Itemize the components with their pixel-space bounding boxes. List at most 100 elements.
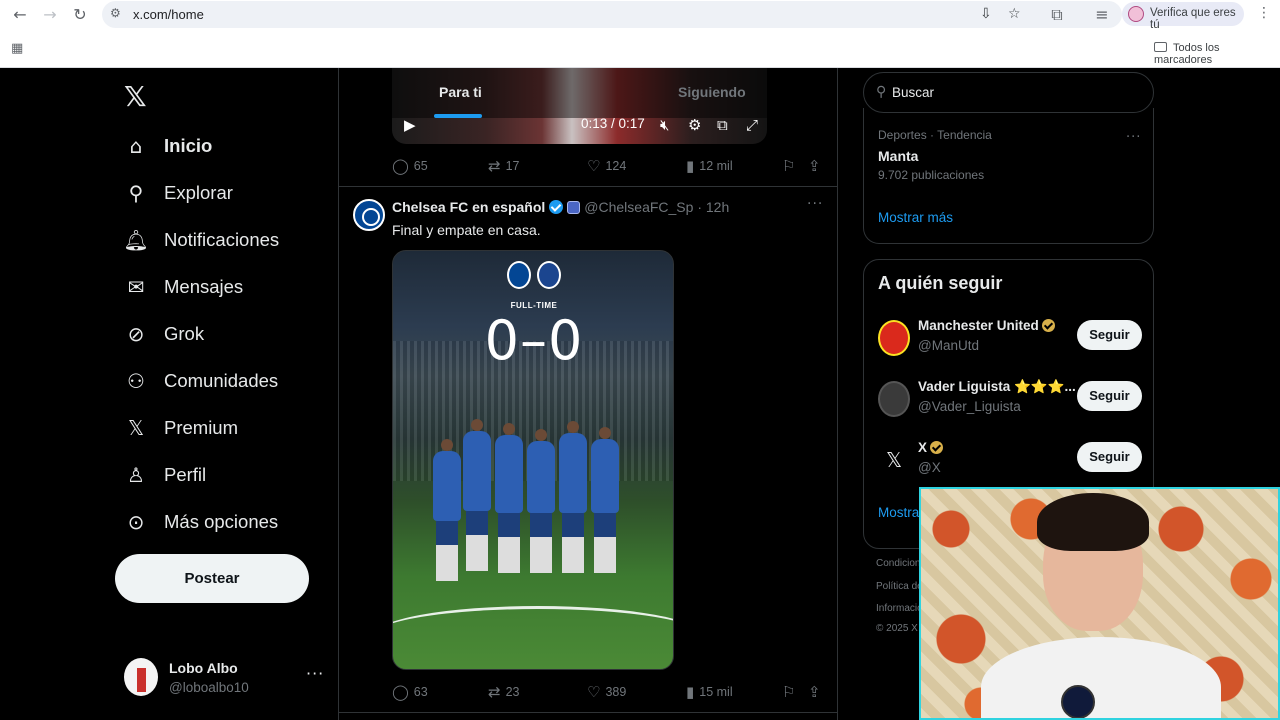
user-icon: ♙	[127, 463, 145, 487]
nav-item-inicio[interactable]: ⌂ Inicio	[124, 126, 213, 166]
bookmark-button[interactable]: ⚐	[782, 683, 800, 701]
footer-link[interactable]: Informació	[876, 603, 923, 614]
chart-icon: ▮	[686, 157, 695, 175]
suggestion-name: Manchester United	[918, 318, 1055, 333]
follow-suggestion[interactable]: Manchester United @ManUtd Seguir	[878, 318, 1142, 358]
extensions-icon[interactable]: ⧉	[1046, 4, 1068, 26]
back-arrow-icon[interactable]: ←	[9, 4, 31, 26]
nav-item-notificaciones[interactable]: 🔔︎ Notificaciones	[123, 220, 280, 260]
share-button[interactable]: ⇪	[808, 157, 826, 175]
site-settings-icon[interactable]: ⚙	[110, 6, 121, 20]
follow-button[interactable]: Seguir	[1077, 320, 1142, 350]
tweet-author-handle[interactable]: @ChelseaFC_Sp	[584, 199, 693, 215]
avatar[interactable]	[353, 199, 385, 231]
more-dots-icon[interactable]: ···	[807, 196, 823, 212]
repost-button[interactable]: ⇄ 23	[488, 683, 519, 701]
mute-icon[interactable]: 🔇︎	[660, 116, 669, 134]
chart-icon: ▮	[686, 683, 695, 701]
bookmark-star-icon[interactable]: ☆	[1008, 6, 1021, 22]
follow-suggestion[interactable]: Vader Liguista ⭐⭐⭐... @Vader_Liguista Se…	[878, 379, 1142, 419]
bookmark-button[interactable]: ⚐	[782, 157, 800, 175]
nav-item-mas-opciones[interactable]: ⊙ Más opciones	[124, 502, 279, 542]
share-button[interactable]: ⇪	[808, 683, 826, 701]
more-circle-icon: ⊙	[127, 510, 145, 534]
post-button[interactable]: Postear	[115, 554, 309, 603]
tweet-author-name[interactable]: Chelsea FC en español	[392, 199, 545, 215]
search-input[interactable]: ⚲ Buscar	[863, 72, 1154, 113]
tab-indicator	[434, 114, 482, 118]
play-icon[interactable]: ▶	[404, 116, 416, 134]
nav-item-perfil[interactable]: ♙ Perfil	[124, 455, 206, 495]
communities-icon: ⚇	[127, 369, 145, 393]
reading-list-icon[interactable]: ≡	[1091, 4, 1113, 26]
nav-item-premium[interactable]: 𝕏 Premium	[124, 408, 238, 448]
browser-menu-icon[interactable]: ⋮	[1257, 5, 1271, 21]
show-more-link[interactable]: Mostrar más	[878, 210, 953, 225]
more-dots-icon[interactable]: ···	[1126, 130, 1141, 145]
views-button[interactable]: ▮ 15 mil	[686, 683, 733, 701]
verified-badge-icon	[549, 200, 564, 214]
follow-button[interactable]: Seguir	[1077, 442, 1142, 472]
settings-icon[interactable]: ⚙	[688, 116, 701, 134]
tab-siguiendo[interactable]: Siguiendo	[678, 84, 746, 100]
fullscreen-icon[interactable]: ⤢	[746, 116, 758, 134]
follow-button[interactable]: Seguir	[1077, 381, 1142, 411]
like-button[interactable]: ♡ 124	[587, 157, 626, 175]
tweet-image[interactable]: FULL-TIME 0–0	[392, 250, 674, 670]
x-logo-icon[interactable]: 𝕏	[124, 80, 147, 113]
nav-label: Mensajes	[164, 276, 244, 297]
forward-arrow-icon[interactable]: →	[39, 4, 61, 26]
picture-in-picture-icon[interactable]: ⧉	[717, 116, 728, 134]
nav-label: Premium	[164, 417, 239, 438]
divider	[339, 186, 837, 187]
more-dots-icon[interactable]: ···	[306, 664, 324, 683]
reload-icon[interactable]: ↻	[69, 4, 91, 26]
nav-label: Inicio	[164, 135, 213, 156]
like-count: 124	[605, 159, 627, 173]
apps-grid-icon[interactable]: ▦	[11, 41, 23, 56]
tweet-text: Final y empate en casa.	[392, 222, 541, 238]
player	[559, 421, 587, 573]
url-text[interactable]: x.com/home	[133, 7, 204, 22]
pitch-line	[393, 606, 673, 666]
person-hair	[1037, 493, 1149, 551]
like-count: 389	[605, 685, 627, 699]
repost-count: 23	[505, 685, 520, 699]
views-button[interactable]: ▮ 12 mil	[686, 157, 733, 175]
repost-count: 17	[505, 159, 520, 173]
nav-item-comunidades[interactable]: ⚇ Comunidades	[124, 361, 278, 401]
trend-category: Deportes · Tendencia	[878, 128, 992, 142]
tweet-time[interactable]: 12h	[706, 199, 729, 215]
left-sidebar: 𝕏 ⌂ Inicio ⚲ Explorar 🔔︎ Notificaciones …	[110, 68, 338, 720]
search-placeholder: Buscar	[892, 85, 935, 100]
like-button[interactable]: ♡ 389	[587, 683, 626, 701]
verified-gold-badge-icon	[930, 441, 944, 454]
account-switcher[interactable]: Lobo Albo @loboalbo10 ···	[124, 658, 324, 698]
grok-icon: ⊘	[127, 322, 145, 346]
nav-item-mensajes[interactable]: ✉ Mensajes	[124, 267, 244, 307]
repost-button[interactable]: ⇄ 17	[488, 157, 519, 175]
profile-verify-chip[interactable]: Verifica que eres tú	[1122, 2, 1244, 31]
share-icon: ⇪	[808, 157, 821, 175]
mail-icon: ✉	[127, 275, 145, 299]
nav-label: Notificaciones	[164, 229, 280, 250]
install-app-icon[interactable]: ⇩	[980, 6, 992, 22]
reply-button[interactable]: ◯ 65	[392, 157, 428, 175]
search-icon: ⚲	[876, 84, 887, 100]
reply-button[interactable]: ◯ 63	[392, 683, 428, 701]
address-bar[interactable]: ⚙ x.com/home ⇩ ☆	[102, 1, 1122, 28]
show-more-link[interactable]: Mostrar	[878, 505, 924, 520]
tab-para-ti[interactable]: Para ti	[439, 84, 482, 100]
who-to-follow-title: A quién seguir	[878, 273, 1003, 293]
all-bookmarks-button[interactable]: Todos los marcadores	[1154, 42, 1280, 66]
nav-item-explorar[interactable]: ⚲ Explorar	[124, 173, 233, 213]
copyright: © 2025 X	[876, 623, 918, 634]
trend-name[interactable]: Manta	[878, 148, 918, 164]
suggestion-name-text: X	[918, 440, 928, 455]
footer-link[interactable]: Condicion	[876, 558, 920, 569]
follow-suggestion[interactable]: 𝕏 X @X Seguir	[878, 440, 1142, 480]
chelsea-crest-icon	[506, 261, 531, 289]
footer-link[interactable]: Política de	[876, 581, 923, 592]
suggestion-name: X	[918, 440, 944, 455]
nav-item-grok[interactable]: ⊘ Grok	[124, 314, 204, 354]
